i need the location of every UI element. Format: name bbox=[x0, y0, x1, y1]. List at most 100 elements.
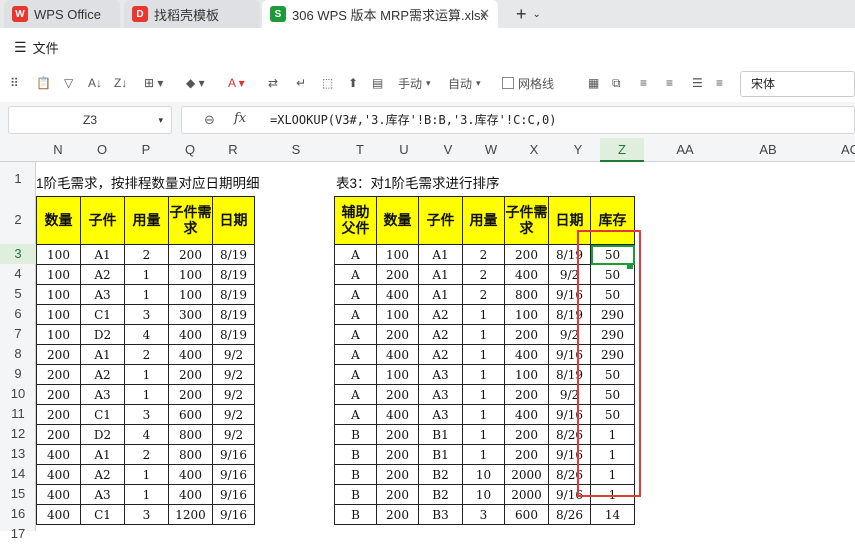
data-cell[interactable]: 400 bbox=[376, 344, 419, 365]
data-cell[interactable]: 10 bbox=[462, 484, 505, 505]
row-height-button[interactable]: 手动 ▾ bbox=[398, 72, 431, 94]
data-cell[interactable]: 200 bbox=[36, 364, 81, 385]
data-cell[interactable]: 8/19 bbox=[548, 364, 591, 385]
column-header-u[interactable]: U bbox=[382, 138, 426, 162]
align-right-icon[interactable]: ≡ bbox=[716, 72, 723, 94]
data-cell[interactable]: 200 bbox=[36, 424, 81, 445]
data-cell[interactable]: 400 bbox=[36, 464, 81, 485]
column-header-ac[interactable]: AC bbox=[810, 138, 855, 162]
data-cell[interactable]: 600 bbox=[504, 504, 549, 525]
tab-docer[interactable]: D 找稻壳模板 bbox=[124, 0, 260, 28]
row-header-17[interactable]: 17 bbox=[0, 524, 36, 544]
header-cell[interactable]: 用量 bbox=[462, 196, 505, 245]
data-cell[interactable]: 1 bbox=[590, 484, 635, 505]
new-tab-button[interactable]: + ⌄ bbox=[508, 0, 548, 28]
data-cell[interactable]: A2 bbox=[418, 344, 463, 365]
header-cell[interactable]: 子件需求 bbox=[168, 196, 213, 245]
data-cell[interactable]: 8/19 bbox=[548, 304, 591, 325]
data-cell[interactable]: A1 bbox=[80, 344, 125, 365]
row-header-5[interactable]: 5 bbox=[0, 284, 36, 304]
data-cell[interactable]: 400 bbox=[504, 404, 549, 425]
data-cell[interactable]: 400 bbox=[36, 504, 81, 525]
close-icon[interactable]: ✕ bbox=[479, 6, 490, 22]
number-format-icon[interactable]: ⠿ bbox=[10, 72, 19, 94]
column-header-s[interactable]: S bbox=[254, 138, 338, 162]
data-cell[interactable]: 9/2 bbox=[212, 364, 255, 385]
column-header-y[interactable]: Y bbox=[556, 138, 600, 162]
data-cell[interactable]: 200 bbox=[376, 264, 419, 285]
data-cell[interactable]: 100 bbox=[168, 264, 213, 285]
row-header-12[interactable]: 12 bbox=[0, 424, 36, 444]
align-center-icon[interactable]: ≡ bbox=[666, 72, 673, 94]
data-cell[interactable]: 8/26 bbox=[548, 464, 591, 485]
data-cell[interactable]: 4 bbox=[124, 424, 169, 445]
data-cell[interactable]: 9/16 bbox=[548, 284, 591, 305]
data-cell[interactable]: 1 bbox=[590, 464, 635, 485]
data-cell[interactable]: 50 bbox=[590, 404, 635, 425]
data-cell[interactable]: 400 bbox=[168, 324, 213, 345]
data-cell[interactable]: 200 bbox=[504, 244, 549, 265]
data-cell[interactable]: 8/19 bbox=[212, 324, 255, 345]
data-cell[interactable]: 9/16 bbox=[212, 504, 255, 525]
row-header-1[interactable]: 1 bbox=[0, 162, 36, 196]
data-cell[interactable]: 100 bbox=[376, 244, 419, 265]
data-cell[interactable]: 1 bbox=[462, 444, 505, 465]
tab-spreadsheet[interactable]: S 306 WPS 版本 MRP需求运算.xlsx ✕ bbox=[262, 0, 498, 28]
data-cell[interactable]: 100 bbox=[504, 364, 549, 385]
data-cell[interactable]: A bbox=[334, 304, 377, 325]
data-cell[interactable]: 9/2 bbox=[212, 384, 255, 405]
data-cell[interactable]: 100 bbox=[36, 304, 81, 325]
data-cell[interactable]: D2 bbox=[80, 424, 125, 445]
data-cell[interactable]: 200 bbox=[376, 484, 419, 505]
data-cell[interactable]: 9/16 bbox=[548, 344, 591, 365]
data-cell[interactable]: 3 bbox=[462, 504, 505, 525]
data-cell[interactable]: 8/19 bbox=[212, 304, 255, 325]
header-cell[interactable]: 库存 bbox=[590, 196, 635, 245]
data-cell[interactable]: 100 bbox=[168, 284, 213, 305]
data-cell[interactable]: 3 bbox=[124, 304, 169, 325]
data-cell[interactable]: A1 bbox=[80, 244, 125, 265]
data-cell[interactable]: 1 bbox=[124, 484, 169, 505]
data-cell[interactable]: 1 bbox=[124, 464, 169, 485]
header-cell[interactable]: 数量 bbox=[376, 196, 419, 245]
data-cell[interactable]: 50 bbox=[590, 284, 635, 305]
data-cell[interactable]: 200 bbox=[376, 324, 419, 345]
paste-icon[interactable]: 📋 bbox=[36, 72, 51, 94]
data-cell[interactable]: 1 bbox=[462, 344, 505, 365]
column-header-r[interactable]: R bbox=[212, 138, 254, 162]
tab-wps-office[interactable]: W WPS Office bbox=[4, 0, 120, 28]
data-cell[interactable]: 200 bbox=[504, 384, 549, 405]
data-cell[interactable]: A2 bbox=[418, 324, 463, 345]
data-cell[interactable]: 1 bbox=[462, 324, 505, 345]
data-cell[interactable]: A bbox=[334, 404, 377, 425]
align-left-icon[interactable]: ≡ bbox=[640, 72, 647, 94]
column-header-t[interactable]: T bbox=[338, 138, 382, 162]
data-cell[interactable]: A2 bbox=[418, 304, 463, 325]
data-cell[interactable]: 9/16 bbox=[212, 464, 255, 485]
data-cell[interactable]: 400 bbox=[376, 284, 419, 305]
data-cell[interactable]: 1 bbox=[590, 444, 635, 465]
data-cell[interactable]: C1 bbox=[80, 504, 125, 525]
data-cell[interactable]: 400 bbox=[168, 484, 213, 505]
data-cell[interactable]: 200 bbox=[376, 424, 419, 445]
data-cell[interactable]: 50 bbox=[590, 244, 635, 265]
header-cell[interactable]: 用量 bbox=[124, 196, 169, 245]
column-header-p[interactable]: P bbox=[124, 138, 168, 162]
table-style-icon[interactable]: ⧉ bbox=[612, 72, 621, 94]
data-cell[interactable]: 9/16 bbox=[548, 484, 591, 505]
border-icon[interactable]: ⊞ ▾ bbox=[144, 72, 163, 94]
data-cell[interactable]: 100 bbox=[376, 304, 419, 325]
data-cell[interactable]: B1 bbox=[418, 424, 463, 445]
row-header-15[interactable]: 15 bbox=[0, 484, 36, 504]
data-cell[interactable]: B bbox=[334, 424, 377, 445]
header-cell[interactable]: 子件需求 bbox=[504, 196, 549, 245]
row-header-11[interactable]: 11 bbox=[0, 404, 36, 424]
merge-icon[interactable]: ⇄ bbox=[268, 72, 278, 94]
data-cell[interactable]: A bbox=[334, 264, 377, 285]
data-cell[interactable]: 9/2 bbox=[548, 264, 591, 285]
data-cell[interactable]: 8/19 bbox=[212, 244, 255, 265]
column-width-button[interactable]: 自动 ▾ bbox=[448, 72, 481, 94]
data-cell[interactable]: A3 bbox=[80, 484, 125, 505]
data-cell[interactable]: 200 bbox=[376, 384, 419, 405]
data-cell[interactable]: B2 bbox=[418, 484, 463, 505]
